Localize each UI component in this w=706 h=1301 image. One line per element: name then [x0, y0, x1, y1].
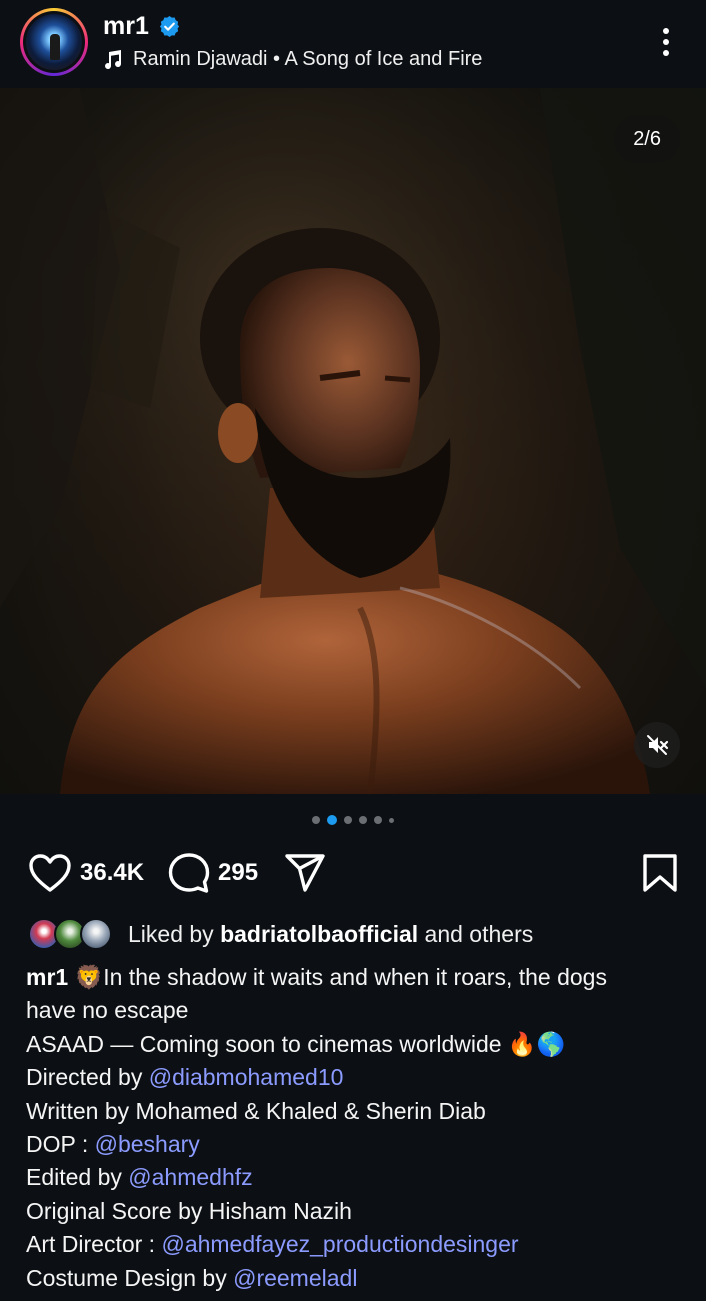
- caption-username[interactable]: mr1: [26, 964, 68, 990]
- mention-link[interactable]: @ahmedhfz: [128, 1164, 252, 1190]
- like-count[interactable]: 36.4K: [80, 859, 144, 887]
- mute-toggle-button[interactable]: [634, 722, 680, 768]
- post-media[interactable]: 2/6: [0, 88, 706, 794]
- liked-by-avatars: [28, 916, 116, 952]
- save-button[interactable]: [642, 848, 678, 898]
- music-separator: •: [267, 48, 285, 70]
- music-title: A Song of Ice and Fire: [284, 48, 483, 70]
- caption-text: 🦁In the shadow it waits and when it roar…: [74, 964, 607, 990]
- music-note-icon: [105, 49, 122, 69]
- carousel-dot: [312, 816, 320, 824]
- heart-icon: [29, 854, 71, 892]
- carousel-dot: [374, 816, 382, 824]
- comment-button[interactable]: 295: [168, 848, 258, 898]
- send-icon: [285, 854, 325, 892]
- liked-by-text: Liked by badriatolbaofficial and others: [128, 920, 534, 947]
- carousel-dot: [359, 816, 367, 824]
- more-vertical-icon: [663, 28, 669, 34]
- liked-by-user[interactable]: badriatolbaofficial: [220, 921, 418, 947]
- comment-count[interactable]: 295: [218, 859, 258, 887]
- caption-text: Written by Mohamed & Khaled & Sherin Dia…: [26, 1097, 486, 1124]
- muted-speaker-icon: [647, 735, 669, 755]
- username[interactable]: mr1: [103, 12, 149, 41]
- caption-text: Original Score by Hisham Nazih: [26, 1197, 352, 1224]
- share-button[interactable]: [284, 848, 326, 898]
- post-caption: mr1 🦁In the shadow it waits and when it …: [26, 961, 686, 1295]
- carousel-dot: [389, 817, 394, 823]
- carousel-indicator: [0, 815, 706, 825]
- bookmark-icon: [643, 854, 677, 892]
- comment-bubble-icon: [168, 853, 210, 893]
- more-options-button[interactable]: [652, 24, 680, 60]
- mention-link[interactable]: @reemeladl: [233, 1265, 357, 1291]
- like-button[interactable]: 36.4K: [28, 848, 144, 898]
- audio-attribution[interactable]: Ramin Djawadi • A Song of Ice and Fire: [103, 48, 482, 71]
- action-bar: 36.4K 295: [28, 848, 678, 898]
- mention-link[interactable]: @beshary: [95, 1131, 200, 1157]
- avatar-image: [26, 14, 82, 70]
- carousel-dot: [344, 816, 352, 824]
- caption-text: have no escape: [26, 997, 189, 1024]
- liker-avatar: [80, 918, 112, 950]
- carousel-counter: 2/6: [614, 115, 680, 163]
- mention-link[interactable]: @ahmedfayez_productiondesinger: [161, 1231, 518, 1257]
- music-artist: Ramin Djawadi: [133, 48, 268, 70]
- mention-link[interactable]: @diabmohamed10: [149, 1064, 344, 1090]
- post-header: mr1 Ramin Djawadi • A Song of Ice and Fi…: [0, 0, 706, 88]
- story-avatar[interactable]: [20, 8, 88, 76]
- caption-text: ASAAD — Coming soon to cinemas worldwide…: [26, 1030, 566, 1057]
- liked-by-row[interactable]: Liked by badriatolbaofficial and others: [28, 916, 533, 952]
- verified-badge-icon: [159, 15, 180, 38]
- carousel-dot-active: [327, 815, 337, 825]
- post-photo: [0, 88, 706, 794]
